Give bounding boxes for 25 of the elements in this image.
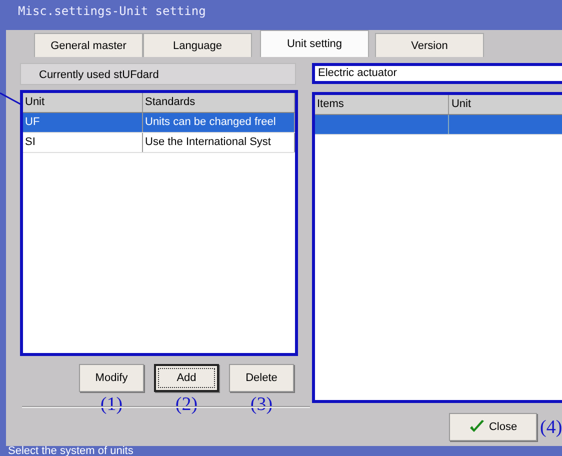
table-cell: Units can be changed freel	[143, 113, 295, 132]
table-cell: Use the International Syst	[143, 133, 295, 152]
tab[interactable]: Language	[143, 33, 252, 57]
action-button[interactable]: Delete	[229, 364, 294, 392]
column-header[interactable]: Unit	[23, 93, 143, 112]
window-title: Misc.settings-Unit setting	[18, 4, 206, 18]
column-header[interactable]: Unit	[449, 95, 562, 114]
close-button[interactable]: Close	[449, 413, 537, 441]
action-button[interactable]: Modify	[79, 364, 144, 392]
category-dropdown[interactable]: Electric actuator	[312, 63, 562, 84]
selected-row[interactable]	[315, 115, 562, 135]
action-button[interactable]: Add	[154, 364, 219, 392]
column-header[interactable]: Standards	[143, 93, 295, 112]
checkmark-icon	[468, 420, 485, 434]
table-row[interactable]: UF Units can be changed freel	[23, 113, 295, 133]
table-cell: SI	[23, 133, 143, 152]
current-standard-label: Currently used stUFdard	[20, 63, 296, 85]
tab[interactable]: Unit setting	[260, 30, 369, 57]
status-text: Select the system of units	[8, 445, 134, 456]
column-header[interactable]: Items	[315, 95, 450, 114]
callout-number: (4)	[540, 417, 562, 439]
tab[interactable]: General master	[34, 33, 143, 57]
table-row[interactable]: SI Use the International Syst	[23, 133, 295, 153]
tab[interactable]: Version	[375, 33, 484, 57]
table-cell: UF	[23, 113, 143, 132]
